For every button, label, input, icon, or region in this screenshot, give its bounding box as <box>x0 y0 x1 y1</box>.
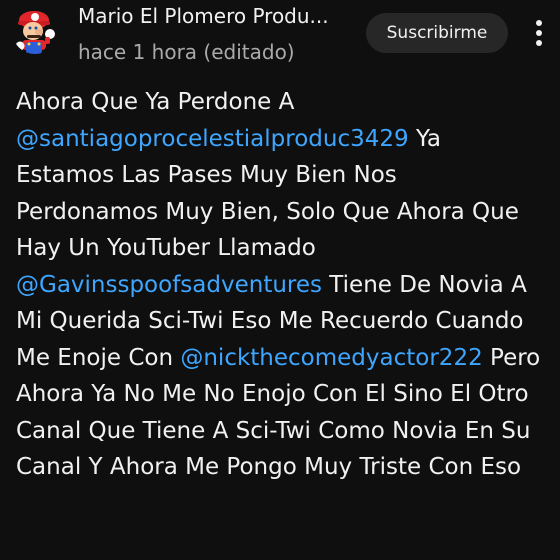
post-text: Ahora Que Ya Perdone A @santiagoproceles… <box>16 84 546 486</box>
post-timestamp[interactable]: hace 1 hora (editado) <box>78 39 295 65</box>
channel-avatar[interactable] <box>12 8 58 54</box>
mention-link[interactable]: @santiagoprocelestialproduc3429 <box>16 126 409 152</box>
post-header: Mario El Plomero Produ... hace 1 hora (e… <box>0 0 560 80</box>
more-options-button[interactable] <box>522 16 556 50</box>
post-text-segment: Ahora Que Ya Perdone A <box>16 89 295 115</box>
subscribe-button[interactable]: Suscribirme <box>366 13 508 53</box>
mention-link[interactable]: @Gavinsspoofsadventures <box>16 272 322 298</box>
mention-link[interactable]: @nickthecomedyactor222 <box>180 345 482 371</box>
channel-name[interactable]: Mario El Plomero Produ... <box>78 3 358 29</box>
mario-avatar-icon <box>15 11 55 54</box>
